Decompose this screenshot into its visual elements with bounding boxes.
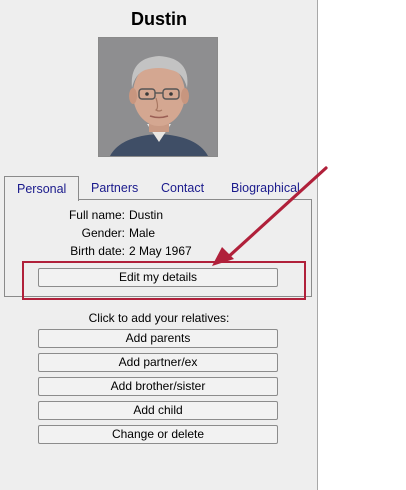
profile-photo [98, 37, 218, 157]
tab-personal[interactable]: Personal [4, 176, 80, 201]
tab-contact[interactable]: Contact [161, 176, 204, 200]
profile-panel: Dustin Personal Partners Contact Biograp… [0, 0, 318, 490]
tab-partners[interactable]: Partners [91, 176, 138, 200]
add-partner-button[interactable]: Add partner/ex [38, 353, 278, 372]
full-name-value: Dustin [129, 208, 164, 222]
add-parents-button[interactable]: Add parents [38, 329, 278, 348]
add-sibling-button[interactable]: Add brother/sister [38, 377, 278, 396]
gender-value: Male [129, 226, 156, 240]
change-or-delete-button[interactable]: Change or delete [38, 425, 278, 444]
full-name-label: Full name: [68, 208, 125, 222]
birth-date-value: 2 May 1967 [129, 244, 192, 258]
relatives-prompt: Click to add your relatives: [88, 311, 230, 325]
add-child-button[interactable]: Add child [38, 401, 278, 420]
birth-date-label: Birth date: [70, 244, 125, 258]
tab-biographical[interactable]: Biographical [231, 176, 300, 200]
edit-details-button[interactable]: Edit my details [38, 268, 278, 287]
gender-label: Gender: [81, 226, 125, 240]
person-name: Dustin [131, 9, 187, 29]
